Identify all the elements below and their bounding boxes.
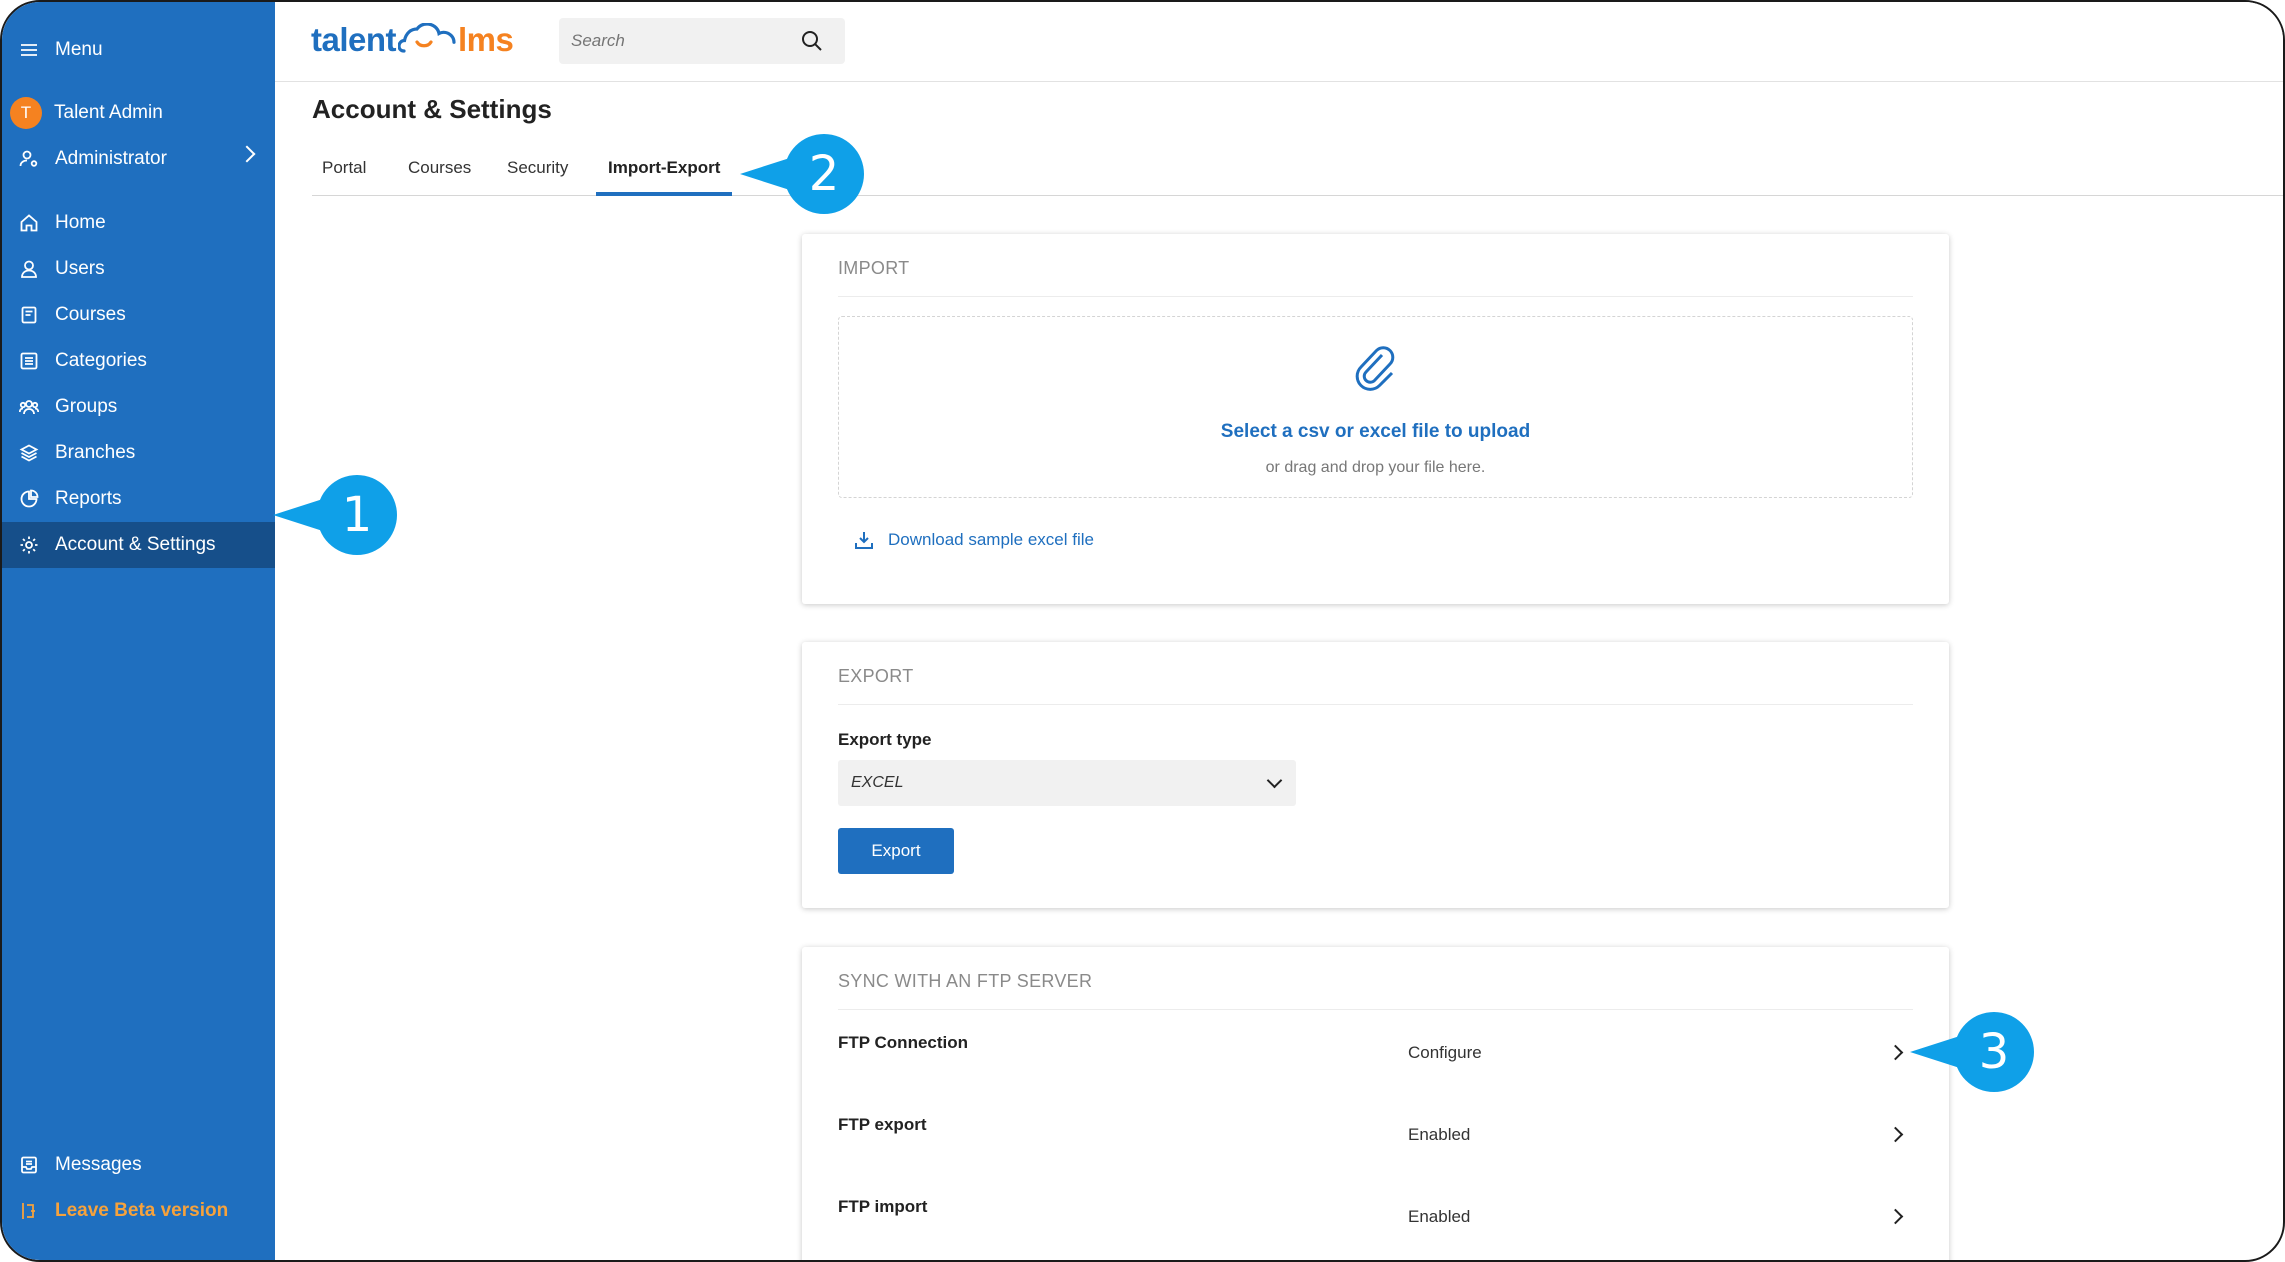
import-card: IMPORT Select a csv or excel file to upl… xyxy=(802,234,1949,604)
group-icon xyxy=(18,396,40,418)
chevron-down-icon xyxy=(1266,772,1283,789)
sidebar-item-label: Branches xyxy=(55,442,136,463)
sidebar-item-label: Account & Settings xyxy=(55,534,216,555)
gear-icon xyxy=(18,534,40,556)
avatar: T xyxy=(10,97,42,129)
divider xyxy=(838,296,1913,297)
app-window: Menu T Talent Admin Administrator Home U… xyxy=(0,0,2285,1262)
ftp-import-row[interactable]: FTP import Enabled xyxy=(838,1197,1913,1257)
user-gear-icon xyxy=(18,148,40,170)
download-sample-link[interactable]: Download sample excel file xyxy=(854,530,1094,550)
chevron-right-icon[interactable] xyxy=(1887,1208,1904,1225)
role-label: Administrator xyxy=(55,148,167,169)
home-icon xyxy=(18,212,40,234)
sidebar: Menu T Talent Admin Administrator Home U… xyxy=(2,2,275,1260)
export-type-select[interactable]: EXCEL xyxy=(838,760,1296,806)
export-card: EXPORT Export type EXCEL Export xyxy=(802,642,1949,908)
sidebar-item-label: Categories xyxy=(55,350,147,371)
talentlms-logo[interactable]: talent lms xyxy=(311,18,514,62)
ftp-row-name: FTP export xyxy=(838,1115,927,1134)
import-title: IMPORT xyxy=(838,258,910,278)
layers-icon xyxy=(18,442,40,464)
paperclip-icon xyxy=(1355,346,1394,391)
sidebar-item-groups[interactable]: Groups xyxy=(2,384,275,430)
export-title: EXPORT xyxy=(838,666,914,686)
sidebar-item-reports[interactable]: Reports xyxy=(2,476,275,522)
export-type-value: EXCEL xyxy=(851,774,904,791)
select-file-link[interactable]: Select a csv or excel file to upload xyxy=(839,421,1912,443)
tab-bar: Portal Courses Security Import-Export xyxy=(312,152,2283,196)
exit-icon xyxy=(18,1200,40,1222)
chevron-right-icon[interactable] xyxy=(1887,1044,1904,1061)
ftp-row-value: Enabled xyxy=(1408,1125,1471,1144)
sidebar-item-messages[interactable]: Messages xyxy=(2,1142,275,1188)
book-icon xyxy=(18,304,40,326)
user-name: Talent Admin xyxy=(54,102,163,123)
callout-3: 3 xyxy=(1910,1012,2034,1092)
callout-1: 1 xyxy=(273,475,397,555)
menu-label: Menu xyxy=(55,39,103,60)
sidebar-item-label: Courses xyxy=(55,304,126,325)
search-icon[interactable] xyxy=(801,30,823,52)
divider xyxy=(838,704,1913,705)
sidebar-item-label: Messages xyxy=(55,1154,142,1175)
ftp-row-value: Enabled xyxy=(1408,1207,1471,1226)
tab-import-export[interactable]: Import-Export xyxy=(596,158,733,196)
tab-portal[interactable]: Portal xyxy=(322,158,366,196)
sidebar-item-label: Users xyxy=(55,258,105,279)
sidebar-item-account-settings[interactable]: Account & Settings xyxy=(2,522,275,568)
sidebar-item-categories[interactable]: Categories xyxy=(2,338,275,384)
leave-beta-link[interactable]: Leave Beta version xyxy=(2,1188,275,1234)
user-profile[interactable]: T Talent Admin xyxy=(2,90,275,136)
pie-chart-icon xyxy=(18,488,40,510)
tab-courses[interactable]: Courses xyxy=(408,158,471,196)
sidebar-item-courses[interactable]: Courses xyxy=(2,292,275,338)
menu-toggle[interactable]: Menu xyxy=(2,27,275,73)
search-box[interactable] xyxy=(559,18,845,64)
divider xyxy=(838,1009,1913,1010)
hamburger-icon xyxy=(18,39,40,61)
file-dropzone[interactable]: Select a csv or excel file to upload or … xyxy=(838,316,1913,498)
sidebar-item-label: Reports xyxy=(55,488,122,509)
sidebar-item-label: Home xyxy=(55,212,106,233)
ftp-row-name: FTP Connection xyxy=(838,1033,969,1052)
sidebar-item-users[interactable]: Users xyxy=(2,246,275,292)
cloud-smile-icon xyxy=(398,23,456,53)
search-input[interactable] xyxy=(571,31,801,51)
user-icon xyxy=(18,258,40,280)
chevron-right-icon xyxy=(238,145,256,163)
page-title: Account & Settings xyxy=(312,94,552,124)
ftp-row-value: Configure xyxy=(1408,1043,1482,1062)
sidebar-item-home[interactable]: Home xyxy=(2,200,275,246)
ftp-row-name: FTP import xyxy=(838,1197,928,1216)
leave-beta-label: Leave Beta version xyxy=(55,1200,229,1221)
export-button[interactable]: Export xyxy=(838,828,954,874)
sidebar-item-branches[interactable]: Branches xyxy=(2,430,275,476)
ftp-export-row[interactable]: FTP export Enabled xyxy=(838,1115,1913,1175)
tab-security[interactable]: Security xyxy=(507,158,568,196)
ftp-card: SYNC WITH AN FTP SERVER FTP Connection C… xyxy=(802,947,1949,1260)
drag-drop-hint: or drag and drop your file here. xyxy=(1265,459,1486,476)
inbox-icon xyxy=(18,1154,40,1176)
role-switcher[interactable]: Administrator xyxy=(2,136,275,182)
callout-2: 2 xyxy=(740,134,864,214)
ftp-connection-row[interactable]: FTP Connection Configure xyxy=(838,1033,1913,1093)
top-bar: talent lms xyxy=(275,2,2283,82)
sidebar-item-label: Groups xyxy=(55,396,118,417)
logo-text-talent: talent xyxy=(311,21,397,58)
chevron-right-icon[interactable] xyxy=(1887,1126,1904,1143)
logo-text-lms: lms xyxy=(458,21,514,58)
ftp-title: SYNC WITH AN FTP SERVER xyxy=(838,971,1093,991)
download-icon xyxy=(855,532,873,549)
download-sample-label: Download sample excel file xyxy=(888,530,1094,549)
export-type-label: Export type xyxy=(838,730,932,749)
list-icon xyxy=(18,350,40,372)
